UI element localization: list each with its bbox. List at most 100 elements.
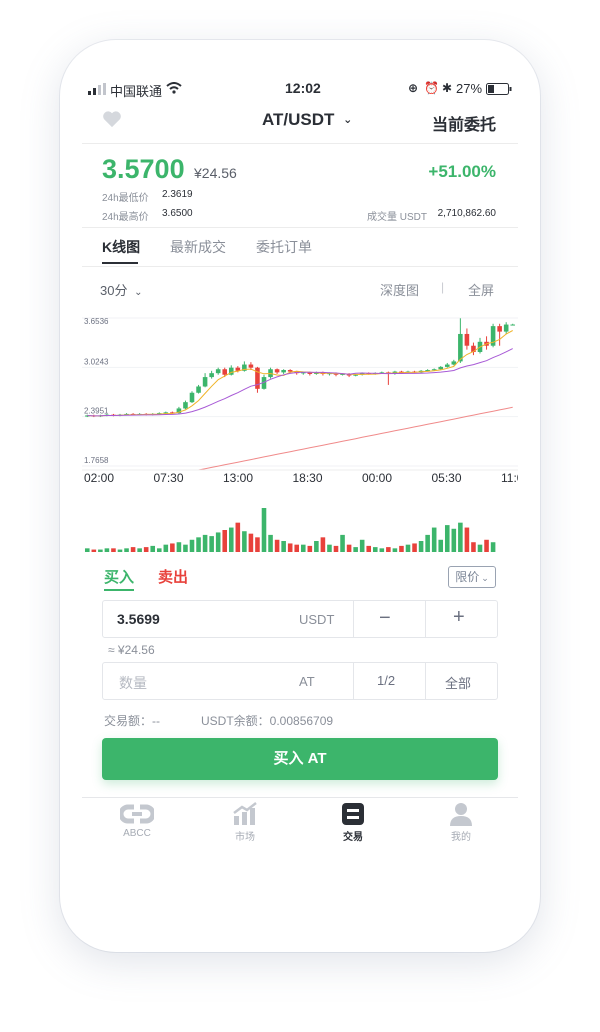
volume-bar xyxy=(399,545,404,552)
fullscreen-button[interactable]: 全屏 xyxy=(468,280,494,299)
half-button[interactable]: 1/2 xyxy=(377,673,395,688)
x-tick-label: 02:00 xyxy=(84,471,114,485)
volume-bar xyxy=(490,542,496,552)
all-button[interactable]: 全部 xyxy=(445,673,471,692)
candle xyxy=(281,370,286,373)
buy-tab[interactable]: 买入 xyxy=(104,566,134,587)
volume-label: 成交量 USDT xyxy=(367,212,427,223)
price-input-group: 3.5699 USDT − + xyxy=(102,600,498,638)
x-tick-label: 00:00 xyxy=(362,471,392,485)
tab-indicator xyxy=(102,262,138,264)
volume-bar xyxy=(261,508,267,552)
candle xyxy=(438,366,444,370)
price-input[interactable]: 3.5699 xyxy=(117,611,160,627)
price-plus-button[interactable]: + xyxy=(453,606,465,629)
buy-tab-indicator xyxy=(104,589,134,591)
volume-bar xyxy=(353,547,358,552)
phone-frame: 中国联通 12:02 ⊕ ⏰ ✱ 27% AT/USDT ⌄ 当前委托 3.57… xyxy=(60,40,540,952)
volume-bar xyxy=(215,532,221,552)
volume-bar xyxy=(327,544,332,552)
volume-bar xyxy=(111,548,116,552)
x-tick-label: 18:30 xyxy=(293,471,323,485)
volume-bar xyxy=(98,549,103,552)
tab-kline[interactable]: K线图 xyxy=(102,237,140,257)
volume-bar xyxy=(307,545,313,552)
depth-chart-button[interactable]: 深度图 xyxy=(380,280,419,299)
volume-bar xyxy=(300,544,306,552)
volume-bar xyxy=(176,542,182,552)
order-type-select[interactable]: 限价 ⌄ xyxy=(448,566,496,588)
alarm-icon: ⏰ xyxy=(424,81,439,95)
interval-selector[interactable]: 30分 ⌄ xyxy=(100,280,142,299)
candle xyxy=(510,324,516,326)
candle xyxy=(464,333,470,346)
volume-bar xyxy=(438,539,444,552)
pair-selector[interactable]: AT/USDT ⌄ xyxy=(262,110,352,130)
volume-bar xyxy=(124,548,129,552)
ma-short-line xyxy=(87,330,513,417)
trade-icon xyxy=(308,802,398,828)
price-approx-cny: ≈ ¥24.56 xyxy=(108,643,155,657)
favorite-heart-icon[interactable] xyxy=(102,110,122,133)
volume-bar xyxy=(405,544,411,552)
divider xyxy=(353,601,354,637)
volume-bar xyxy=(143,547,149,552)
high-label: 24h最高价 xyxy=(102,212,149,223)
divider xyxy=(82,266,518,267)
volume-bar xyxy=(314,541,319,552)
volume-bar xyxy=(150,545,156,552)
kline-chart[interactable]: 3.6536 3.0243 2.3951 1.7658 02:00 07:30 13:00 1… xyxy=(82,308,518,558)
low-value: 2.3619 xyxy=(162,189,193,200)
bluetooth-icon: ✱ xyxy=(442,81,453,95)
nav-trade-label: 交易 xyxy=(343,832,363,843)
market-chart-icon xyxy=(200,802,290,828)
y-tick-label: 3.6536 xyxy=(84,317,109,326)
volume-bar xyxy=(471,542,476,552)
volume-bar xyxy=(209,536,214,552)
volume-bar xyxy=(170,543,175,552)
divider xyxy=(82,797,518,798)
tab-orders[interactable]: 委托订单 xyxy=(256,237,312,257)
quantity-input[interactable]: 数量 xyxy=(119,673,147,693)
price-unit: USDT xyxy=(299,612,335,627)
volume-bar xyxy=(202,534,208,552)
volume-bar xyxy=(346,544,352,552)
nav-abcc-label: ABCC xyxy=(123,828,151,839)
order-type-label: 限价 xyxy=(455,570,480,584)
volume-bar xyxy=(359,539,365,552)
app-screen: 中国联通 12:02 ⊕ ⏰ ✱ 27% AT/USDT ⌄ 当前委托 3.57… xyxy=(82,40,518,952)
nav-trade[interactable]: 交易 xyxy=(308,802,398,843)
sell-tab[interactable]: 卖出 xyxy=(158,566,188,587)
volume-bar xyxy=(117,549,123,552)
candle xyxy=(248,364,254,368)
price-cny: ¥24.56 xyxy=(194,165,237,181)
volume-bar xyxy=(189,539,195,552)
y-tick-label: 1.7658 xyxy=(84,456,109,465)
volume-bar xyxy=(379,548,385,552)
wifi-icon xyxy=(166,82,182,97)
candle xyxy=(189,392,195,403)
divider xyxy=(82,143,518,144)
volume-bar xyxy=(418,541,424,552)
trade-amount: 交易额：-- xyxy=(104,714,160,728)
nav-abcc[interactable]: ABCC xyxy=(92,802,182,839)
price-minus-button[interactable]: − xyxy=(379,607,391,630)
divider xyxy=(353,663,354,699)
nav-profile-label: 我的 xyxy=(451,832,471,843)
candle xyxy=(202,377,208,387)
volume-bar xyxy=(451,528,457,552)
tab-latest-trades[interactable]: 最新成交 xyxy=(170,237,226,257)
nav-market[interactable]: 市场 xyxy=(200,802,290,843)
separator: | xyxy=(441,280,445,294)
buy-submit-button[interactable]: 买入 AT xyxy=(102,738,498,780)
nav-profile[interactable]: 我的 xyxy=(416,802,506,843)
current-orders-link[interactable]: 当前委托 xyxy=(432,111,496,135)
volume-bar xyxy=(156,548,162,552)
status-bar: 中国联通 12:02 ⊕ ⏰ ✱ 27% xyxy=(82,80,518,100)
rotation-lock-icon: ⊕ xyxy=(408,81,419,95)
candle xyxy=(497,326,502,332)
volume-bar xyxy=(228,527,234,552)
chevron-down-icon: ⌄ xyxy=(481,573,489,583)
volume-bar xyxy=(130,547,136,552)
x-tick-label: 13:00 xyxy=(223,471,253,485)
